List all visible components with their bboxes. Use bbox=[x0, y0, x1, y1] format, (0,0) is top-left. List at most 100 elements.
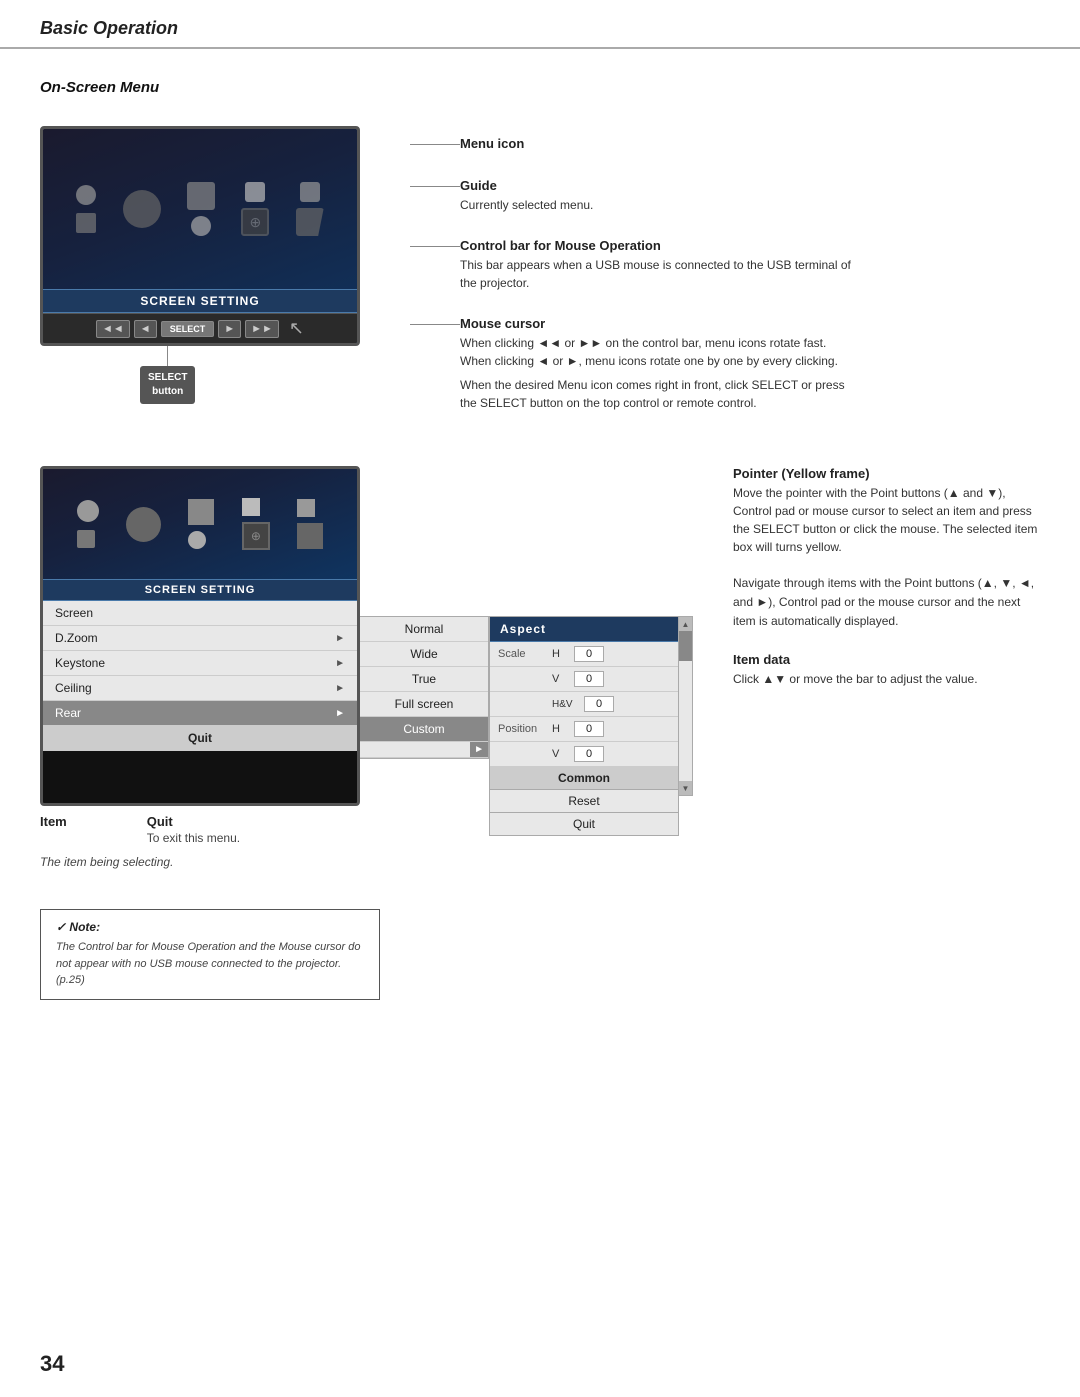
menu-item-rear[interactable]: Rear► bbox=[43, 701, 357, 726]
guide-title: Guide bbox=[460, 178, 1040, 193]
control-bar-desc: This bar appears when a USB mouse is con… bbox=[460, 256, 860, 292]
pointer-title: Pointer (Yellow frame) bbox=[733, 466, 1040, 481]
menu-item-quit[interactable]: Quit bbox=[43, 726, 357, 751]
navigate-text: Navigate through items with the Point bu… bbox=[733, 574, 1040, 632]
guide-label-row: Guide Currently selected menu. bbox=[410, 178, 1040, 214]
sm2-center-display: ⊕ bbox=[242, 522, 270, 550]
aspect-reset[interactable]: Reset bbox=[490, 790, 678, 813]
mouse-cursor-desc1: When clicking ◄◄ or ►► on the control ba… bbox=[460, 334, 860, 370]
check-icon: ✓ bbox=[56, 920, 66, 934]
item-being-selected: The item being selecting. bbox=[40, 855, 360, 869]
submenu-spacer bbox=[360, 746, 470, 754]
label-content-mouse-cursor: Mouse cursor When clicking ◄◄ or ►► on t… bbox=[460, 316, 1040, 412]
item-label-group: Item bbox=[40, 814, 67, 845]
sm2-icon-1 bbox=[77, 500, 99, 522]
label-content-control-bar: Control bar for Mouse Operation This bar… bbox=[460, 238, 1040, 292]
main-menu: Screen D.Zoom► Keystone► Ceiling► Rear► … bbox=[43, 601, 357, 751]
screen-inner-top: ⊕ SCREEN SETTING ◄◄ ◄ SELECT ► ►► bbox=[43, 129, 357, 343]
menu-icon-title: Menu icon bbox=[460, 136, 1040, 151]
bottom-right-column: Pointer (Yellow frame) Move the pointer … bbox=[733, 466, 1040, 688]
menu-icon-7 bbox=[300, 182, 320, 202]
ctrl-prev[interactable]: ◄ bbox=[134, 320, 157, 338]
screen-label-bar-top: SCREEN SETTING bbox=[43, 289, 357, 313]
sm2-icon-6 bbox=[242, 498, 260, 516]
guide-desc: Currently selected menu. bbox=[460, 196, 860, 214]
aspect-scale-v-row: V 0 bbox=[490, 667, 678, 692]
top-screen-column: ⊕ SCREEN SETTING ◄◄ ◄ SELECT ► ►► bbox=[40, 126, 360, 416]
submenu-panel: Normal Wide True Full screen Custom ► bbox=[359, 616, 489, 759]
aspect-scale-hv-row: H&V 0 bbox=[490, 692, 678, 717]
ctrl-select[interactable]: SELECT bbox=[161, 321, 215, 337]
ctrl-next[interactable]: ► bbox=[218, 320, 241, 338]
page-number: 34 bbox=[40, 1351, 64, 1377]
sm2-icon-7 bbox=[297, 499, 315, 517]
control-bar-top: ◄◄ ◄ SELECT ► ►► ↖ bbox=[43, 313, 357, 343]
item-data-title: Item data bbox=[733, 652, 1040, 667]
scrollbar[interactable]: ▲ ▼ bbox=[679, 616, 693, 796]
menu-item-keystone[interactable]: Keystone► bbox=[43, 651, 357, 676]
aspect-position-v-val: 0 bbox=[574, 746, 604, 762]
ctrl-rewind[interactable]: ◄◄ bbox=[96, 320, 130, 338]
aspect-scale-label: Scale bbox=[498, 648, 548, 660]
page-title: Basic Operation bbox=[40, 18, 178, 38]
aspect-panel: Aspect Scale H 0 V 0 H&V 0 bbox=[489, 616, 679, 836]
label-line-1 bbox=[410, 144, 460, 145]
label-line-2 bbox=[410, 186, 460, 187]
menu-item-dzoom[interactable]: D.Zoom► bbox=[43, 626, 357, 651]
scroll-up[interactable]: ▲ bbox=[679, 617, 692, 631]
scroll-down[interactable]: ▼ bbox=[679, 781, 692, 795]
mouse-cursor-title: Mouse cursor bbox=[460, 316, 1040, 331]
mouse-cursor-desc2: When the desired Menu icon comes right i… bbox=[460, 376, 860, 412]
select-callout-area: SELECT button bbox=[40, 346, 360, 416]
bottom-item-labels: Item Quit To exit this menu. bbox=[40, 814, 360, 845]
menu-icon-5 bbox=[191, 216, 211, 236]
aspect-quit[interactable]: Quit bbox=[490, 813, 678, 835]
label-content-guide: Guide Currently selected menu. bbox=[460, 178, 1040, 214]
bottom-left-column: ⊕ SCREEN SETTING Screen D.Zoom► Keystone… bbox=[40, 466, 360, 869]
aspect-position-h-val: 0 bbox=[574, 721, 604, 737]
menu-icon-4 bbox=[187, 182, 215, 210]
aspect-scale-hv-val: 0 bbox=[584, 696, 614, 712]
menu-item-screen[interactable]: Screen bbox=[43, 601, 357, 626]
screen-setting-bar-bottom: SCREEN SETTING bbox=[43, 579, 357, 601]
ctrl-fastforward[interactable]: ►► bbox=[245, 320, 279, 338]
aspect-scale-row: Scale H 0 bbox=[490, 642, 678, 667]
submenu-normal[interactable]: Normal bbox=[360, 617, 488, 642]
label-line-4 bbox=[410, 324, 460, 325]
aspect-position-h-row: Position H 0 bbox=[490, 717, 678, 742]
aspect-position-v-label: V bbox=[552, 748, 570, 760]
scroll-thumb[interactable] bbox=[679, 631, 692, 661]
top-diagram: ⊕ SCREEN SETTING ◄◄ ◄ SELECT ► ►► bbox=[40, 116, 1040, 436]
sm2-icon-5 bbox=[188, 531, 206, 549]
menu-item-ceiling[interactable]: Ceiling► bbox=[43, 676, 357, 701]
aspect-scale-hv-label: H&V bbox=[552, 699, 580, 710]
screen-icons-bottom: ⊕ bbox=[43, 469, 357, 579]
menu-icon-2 bbox=[76, 213, 96, 233]
select-button-callout: SELECT button bbox=[140, 346, 195, 404]
mouse-cursor-label-row: Mouse cursor When clicking ◄◄ or ►► on t… bbox=[410, 316, 1040, 412]
aspect-common[interactable]: Common bbox=[490, 767, 678, 790]
aspect-position-v-row: V 0 bbox=[490, 742, 678, 767]
submenu-wide[interactable]: Wide bbox=[360, 642, 488, 667]
aspect-scale-v-label: V bbox=[552, 673, 570, 685]
callout-line-1 bbox=[167, 346, 168, 366]
note-title: ✓ Note: bbox=[56, 920, 364, 934]
submenu-fullscreen[interactable]: Full screen bbox=[360, 692, 488, 717]
quit-label-group: Quit To exit this menu. bbox=[147, 814, 240, 845]
aspect-scale-h-val: 0 bbox=[574, 646, 604, 662]
submenu-true[interactable]: True bbox=[360, 667, 488, 692]
quit-label-desc: To exit this menu. bbox=[147, 831, 240, 845]
submenu-custom[interactable]: Custom bbox=[360, 717, 488, 742]
note-label: Note: bbox=[69, 920, 100, 934]
submenus-area: Normal Wide True Full screen Custom ► As… bbox=[359, 616, 693, 836]
screen-icons-area: ⊕ bbox=[43, 129, 357, 289]
item-label-title: Item bbox=[40, 814, 67, 829]
sm2-icon-2 bbox=[77, 530, 95, 548]
note-section: ✓ Note: The Control bar for Mouse Operat… bbox=[40, 909, 380, 1000]
top-labels-column: Menu icon Guide Currently selected menu.… bbox=[410, 126, 1040, 436]
aspect-position-label: Position bbox=[498, 723, 548, 735]
submenu-arrow-right[interactable]: ► bbox=[470, 742, 488, 757]
control-bar-label-row: Control bar for Mouse Operation This bar… bbox=[410, 238, 1040, 292]
main-content: On-Screen Menu bbox=[0, 49, 1080, 1040]
aspect-scale-v-val: 0 bbox=[574, 671, 604, 687]
